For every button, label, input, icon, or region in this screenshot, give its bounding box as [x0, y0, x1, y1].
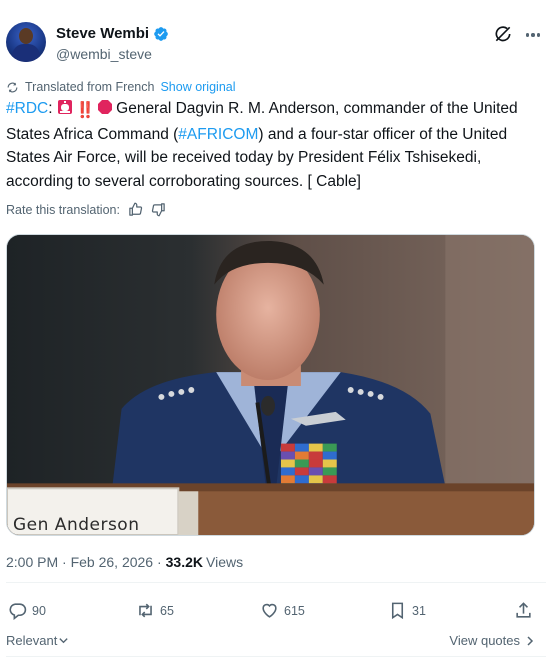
- reply-count: 90: [32, 603, 46, 618]
- avatar[interactable]: [6, 22, 46, 62]
- divider: [6, 582, 546, 583]
- bookmark-count: 31: [412, 603, 426, 618]
- like-button[interactable]: 615: [260, 601, 305, 620]
- translation-note: Translated from French: [25, 80, 155, 94]
- translate-icon: [7, 82, 18, 92]
- more-options-icon[interactable]: [523, 26, 543, 44]
- sort-relevant-dropdown[interactable]: Relevant: [6, 633, 69, 648]
- tweet-text: #RDC: ‼️ General Dagvin R. M. Anderson, …: [6, 97, 546, 193]
- grok-icon[interactable]: [493, 24, 513, 44]
- replies-sort-bar: Relevant View quotes: [6, 630, 536, 650]
- author-handle[interactable]: @wembi_steve: [56, 46, 152, 62]
- tweet-image[interactable]: Gen Anderson: [6, 234, 535, 536]
- show-original-link[interactable]: Show original: [160, 80, 235, 94]
- bookmark-icon: [391, 602, 404, 620]
- views-count: 33.2K: [165, 554, 203, 570]
- author-display-name[interactable]: Steve Wembi: [56, 25, 149, 42]
- view-quotes-link[interactable]: View quotes: [449, 633, 536, 648]
- chevron-right-icon: [527, 635, 534, 646]
- author-name-line: Steve Wembi: [56, 25, 169, 42]
- like-count: 615: [284, 603, 305, 618]
- nameplate-text: Gen Anderson: [13, 515, 140, 535]
- repost-button[interactable]: 65: [136, 601, 174, 620]
- general-portrait-illustration: [7, 235, 534, 535]
- view-quotes-label: View quotes: [449, 633, 520, 648]
- tweet-meta: 2:00 PM · Feb 26, 2026 · 33.2K Views: [6, 554, 243, 570]
- heart-icon: [262, 603, 277, 618]
- rate-translation: Rate this translation:: [6, 202, 166, 217]
- share-icon: [516, 602, 531, 618]
- thumbs-up-icon[interactable]: [128, 202, 143, 217]
- chevron-down-icon: [59, 638, 68, 644]
- share-button[interactable]: [514, 601, 538, 620]
- repost-count: 65: [160, 603, 174, 618]
- hashtag-africom[interactable]: #AFRICOM: [178, 126, 258, 143]
- verified-badge-icon: [154, 26, 168, 41]
- timestamp[interactable]: 2:00 PM · Feb 26, 2026 ·: [6, 554, 162, 570]
- siren-emoji-icon: [57, 100, 72, 114]
- stop-sign-emoji-icon: [98, 100, 113, 114]
- action-bar: 90 65 615 31: [6, 601, 536, 623]
- divider-bottom: [6, 656, 546, 657]
- tweet-header: Steve Wembi @wembi_steve: [6, 22, 546, 68]
- translation-notice: Translated from French Show original: [6, 80, 236, 94]
- views-label: Views: [206, 554, 244, 570]
- thumbs-down-icon[interactable]: [151, 202, 166, 217]
- rate-label: Rate this translation:: [6, 202, 120, 217]
- reply-button[interactable]: 90: [8, 601, 46, 620]
- repost-icon: [139, 603, 152, 618]
- double-exclamation-emoji: ‼️: [75, 102, 95, 119]
- reply-icon: [9, 603, 27, 620]
- colon-text: :: [48, 100, 53, 117]
- hashtag-rdc[interactable]: #RDC: [6, 100, 48, 117]
- bookmark-button[interactable]: 31: [388, 601, 426, 620]
- sort-label: Relevant: [6, 633, 58, 648]
